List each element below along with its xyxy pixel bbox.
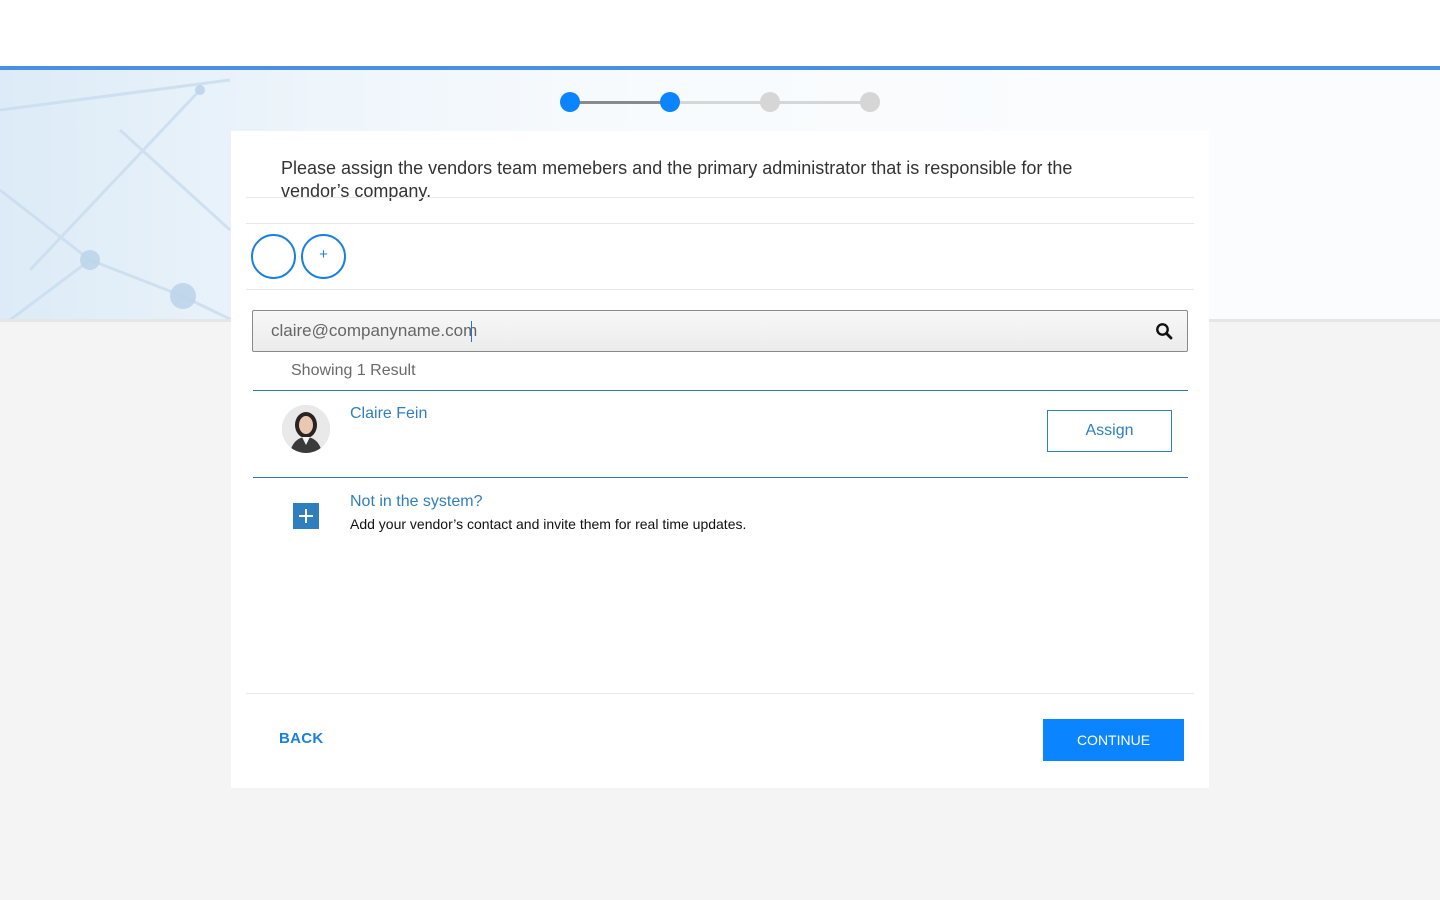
step-2-dot <box>660 92 680 112</box>
step-4-dot <box>860 92 880 112</box>
assign-button[interactable]: Assign <box>1047 410 1172 452</box>
top-bar <box>0 0 1440 66</box>
step-1-dot <box>560 92 580 112</box>
result-name[interactable]: Claire Fein <box>350 405 427 423</box>
not-in-system-description: Add your vendor’s contact and invite the… <box>350 516 747 532</box>
search-input[interactable] <box>271 311 1131 351</box>
step-3-dot <box>760 92 780 112</box>
add-member-button[interactable]: + <box>301 234 346 279</box>
plus-icon: + <box>319 246 328 263</box>
avatar <box>282 405 330 453</box>
divider-top <box>246 197 1194 198</box>
divider-above-search <box>246 289 1194 290</box>
result-count-text: Showing 1 Result <box>291 362 416 379</box>
person-avatar-icon <box>282 405 330 453</box>
continue-button[interactable]: CONTINUE <box>1043 719 1184 761</box>
step-connector-3 <box>770 101 870 104</box>
step-connector-1 <box>570 101 670 104</box>
plus-square-icon[interactable] <box>293 503 319 529</box>
results-bottom-rule <box>253 477 1188 478</box>
divider-under-intro <box>246 223 1194 224</box>
assign-team-card: Please assign the vendors team memebers … <box>231 131 1209 788</box>
divider-footer <box>246 693 1194 694</box>
search-icon[interactable] <box>1155 322 1173 340</box>
text-cursor <box>471 321 472 342</box>
member-slot-circle[interactable] <box>251 234 296 279</box>
back-button[interactable]: BACK <box>279 730 324 747</box>
progress-stepper <box>560 92 880 112</box>
not-in-system-link[interactable]: Not in the system? <box>350 493 483 511</box>
results-top-rule <box>253 390 1188 391</box>
search-field[interactable] <box>252 310 1188 352</box>
step-connector-2 <box>670 101 770 104</box>
